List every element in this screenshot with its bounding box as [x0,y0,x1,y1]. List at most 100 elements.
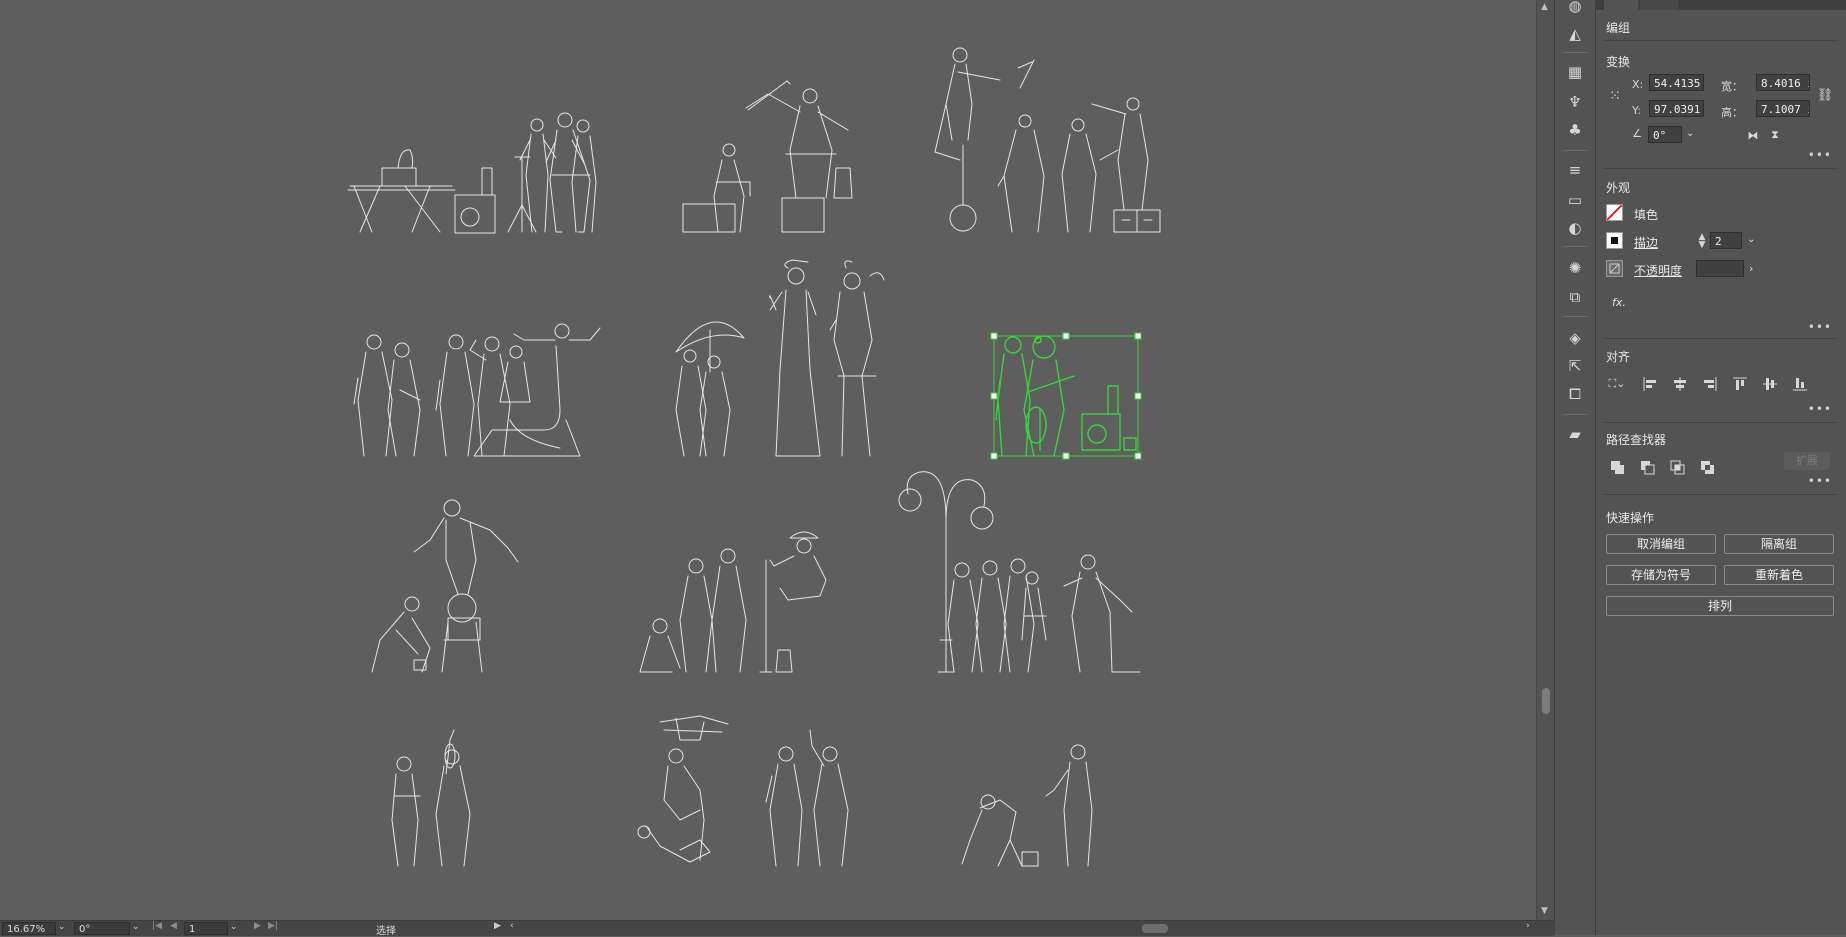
scroll-right-icon[interactable]: › [1526,921,1530,931]
y-position-field[interactable]: 97.0391 [1649,100,1704,117]
tab-properties[interactable] [1604,0,1638,10]
group-crowd-acrobat[interactable] [353,323,601,457]
recolor-button[interactable]: 重新着色 [1724,565,1834,585]
pathfinder-minus-front-icon[interactable] [1640,460,1656,476]
next-artboard-icon[interactable]: ▶ [254,921,261,931]
pathfinder-unite-icon[interactable] [1610,460,1626,476]
group-stilt-walkers[interactable] [675,259,885,457]
stroke-swatch[interactable] [1606,232,1623,249]
scroll-down-icon[interactable]: ▼ [1541,906,1548,916]
stroke-weight-stepper[interactable]: ▲ ▼ [1696,232,1708,250]
color-palette-icon[interactable]: ◍ [1565,0,1585,16]
pathfinder-more-icon[interactable]: ••• [1808,474,1832,488]
vertical-scrollbar[interactable]: ▲ ▼ [1536,0,1555,920]
stroke-label[interactable]: 描边 [1634,234,1658,251]
isolate-group-button[interactable]: 隔离组 [1724,534,1834,554]
width-field[interactable]: 8.4016 i [1756,74,1810,91]
group-balancing-act[interactable] [371,499,519,673]
opacity-field[interactable] [1696,260,1744,277]
scroll-thumb[interactable] [1542,688,1550,714]
align-to-selection-icon[interactable]: ⛶⌄ [1606,376,1628,392]
zoom-dropdown-icon[interactable]: ⌄ [58,922,66,932]
color-guide-icon[interactable]: ◭ [1565,24,1585,44]
appearance-icon[interactable]: ✺ [1565,258,1585,278]
appearance-more-icon[interactable]: ••• [1808,320,1832,334]
brushes-icon[interactable]: ♆ [1565,92,1585,112]
handle-top-left[interactable] [990,332,998,340]
pathfinder-exclude-icon[interactable] [1700,460,1716,476]
status-menu-icon[interactable]: ▶ [494,921,501,931]
scroll-up-icon[interactable]: ▲ [1541,2,1548,12]
swatches-icon[interactable]: ▦ [1565,62,1585,82]
effects-icon[interactable]: fx. [1612,296,1626,309]
opacity-label[interactable]: 不透明度 [1634,262,1682,279]
group-levitation[interactable] [639,531,827,673]
expand-button[interactable]: 扩展 [1784,452,1830,470]
flip-horizontal-icon[interactable]: ⧓ [1746,128,1760,142]
rotate-dropdown-icon[interactable]: ⌄ [1686,128,1694,139]
artboards-icon[interactable]: ⧠ [1565,384,1585,404]
panel-tabs [1596,0,1846,10]
save-as-symbol-button[interactable]: 存储为符号 [1606,565,1716,585]
reference-point-icon[interactable]: ⁙ [1605,86,1625,106]
align-bottom-icon[interactable] [1792,376,1808,392]
ungroup-button[interactable]: 取消编组 [1606,534,1716,554]
fill-label[interactable]: 填色 [1634,206,1658,223]
group-unicyclist[interactable] [934,47,1161,233]
transparency-icon[interactable]: ◐ [1565,218,1585,238]
symbols-icon[interactable]: ♣ [1565,120,1585,140]
opacity-expand-icon[interactable]: › [1749,262,1753,275]
align-more-icon[interactable]: ••• [1808,402,1832,416]
artboard-canvas[interactable] [0,0,1536,920]
last-artboard-icon[interactable]: ▶| [268,921,278,931]
handle-middle-left[interactable] [990,392,998,400]
transform-section-title: 变换 [1606,55,1631,69]
zoom-field[interactable]: 16.67% [2,922,56,935]
pathfinder-intersect-icon[interactable] [1670,460,1686,476]
rotation-dropdown-icon[interactable]: ⌄ [132,922,140,932]
x-position-field[interactable]: 54.4135 [1649,74,1704,91]
align-vertical-center-icon[interactable] [1762,376,1778,392]
handle-bottom-middle[interactable] [1062,452,1070,460]
tab-layers[interactable] [1640,0,1678,10]
height-field[interactable]: 7.1007 i [1756,100,1810,117]
scroll-left-icon[interactable]: ‹ [510,921,514,931]
constrain-proportions-icon[interactable]: ⛓ [1816,86,1834,104]
align-left-icon[interactable] [1642,376,1658,392]
stroke-weight-dropdown-icon[interactable]: ⌄ [1747,234,1755,245]
artboard-dropdown-icon[interactable]: ⌄ [230,922,238,932]
group-plate-spinner[interactable] [637,715,849,867]
transform-more-icon[interactable]: ••• [1808,148,1832,162]
stroke-weight-field[interactable]: 2 [1710,232,1742,249]
fill-swatch[interactable] [1606,204,1623,221]
layers-icon[interactable]: ◈ [1565,328,1585,348]
flip-vertical-icon[interactable]: ⧗ [1768,128,1782,142]
rotate-angle-field[interactable]: 0° [1648,126,1682,143]
handle-middle-right[interactable] [1134,392,1142,400]
comments-icon[interactable]: ▰ [1565,424,1585,444]
group-selected-band[interactable] [995,335,1137,457]
handle-bottom-right[interactable] [1134,452,1142,460]
export-icon[interactable]: ⇱ [1565,356,1585,376]
handle-bottom-left[interactable] [990,452,998,460]
group-cane-performer[interactable] [682,80,853,233]
graphic-styles-icon[interactable]: ⧉ [1565,287,1585,307]
gradient-icon[interactable]: ▭ [1565,190,1585,210]
first-artboard-icon[interactable]: |◀ [152,921,162,931]
artboard-number-field[interactable]: 1 [184,922,228,935]
group-clarinetist[interactable] [961,744,1093,867]
properties-panel: 编组 变换 ⁙ X: 54.4135 Y: 97.0391 宽： 8.4016 … [1596,0,1846,935]
align-horizontal-center-icon[interactable] [1672,376,1688,392]
group-vendor-stall[interactable] [347,112,597,234]
align-right-icon[interactable] [1702,376,1718,392]
group-lamp-crowd[interactable] [898,471,1141,673]
align-top-icon[interactable] [1732,376,1748,392]
horizontal-scroll-thumb[interactable] [1142,924,1168,933]
handle-top-middle[interactable] [1062,332,1070,340]
arrange-button[interactable]: 排列 [1606,596,1834,616]
stroke-panel-icon[interactable]: ≡ [1565,160,1585,180]
previous-artboard-icon[interactable]: ◀ [170,921,177,931]
rotation-field[interactable]: 0° [74,922,130,935]
group-guitarist-pair[interactable] [391,729,471,867]
handle-top-right[interactable] [1134,332,1142,340]
